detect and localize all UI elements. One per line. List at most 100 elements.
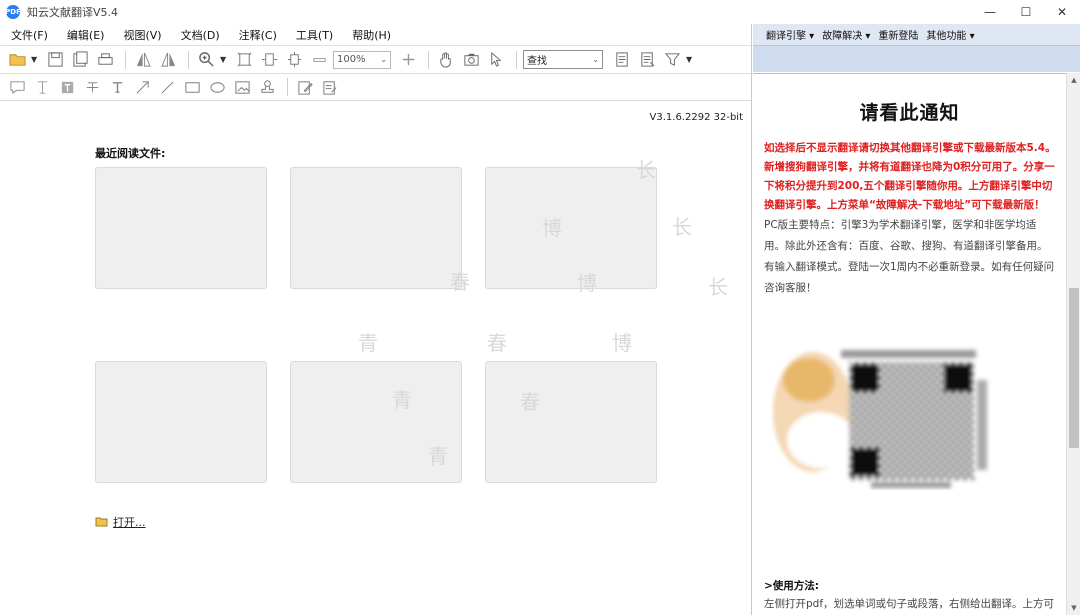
chevron-down-icon: ⌄ — [380, 55, 387, 64]
maximize-button[interactable]: ☐ — [1008, 0, 1044, 24]
translation-menu-bar: 翻译引擎 ▾ 故障解决 ▾ 重新登陆 其他功能 ▾ — [753, 24, 1080, 46]
notice-title: 请看此通知 — [859, 102, 960, 124]
menu-other-functions[interactable]: 其他功能 ▾ — [926, 27, 974, 42]
text-box-icon[interactable] — [56, 76, 78, 98]
open-file-link[interactable]: 打开... — [95, 514, 146, 530]
open-file-label: 打开... — [113, 516, 146, 529]
print-icon[interactable] — [94, 49, 116, 71]
filter-dropdown-icon[interactable]: ▼ — [686, 55, 695, 64]
scroll-down-icon[interactable]: ▼ — [1067, 601, 1080, 615]
annotation-list-icon[interactable] — [319, 76, 341, 98]
typewriter-icon[interactable] — [106, 76, 128, 98]
flip-left-icon[interactable] — [132, 49, 154, 71]
notice-body-text: PC版主要特点：引擎3为学术翻译引擎，医学和非医学均适用。除此外还含有：百度、谷… — [764, 219, 1055, 294]
watermark-text: 青 — [392, 388, 412, 412]
watermark-text: 春 — [450, 270, 470, 294]
menu-edit[interactable]: 编辑(E) — [64, 27, 108, 43]
toolbar-separator — [188, 50, 189, 69]
recent-file-thumbnail-1[interactable] — [95, 167, 267, 289]
menu-view[interactable]: 视图(V) — [120, 27, 164, 43]
toolbar-separator — [125, 50, 126, 69]
zoom-out-icon[interactable] — [308, 49, 330, 71]
find-value: 查找 — [527, 56, 547, 67]
hand-tool-icon[interactable] — [435, 49, 457, 71]
recent-file-thumbnail-4[interactable] — [95, 361, 267, 483]
usage-text: 左侧打开pdf，划选单词或句子或段落，右侧给出翻译。上方可 — [764, 598, 1055, 610]
watermark-text: 青 — [428, 444, 448, 468]
zoom-level-select[interactable]: 100% ⌄ — [333, 50, 391, 69]
zoom-level-value: 100% — [337, 54, 366, 65]
zoom-in-icon[interactable] — [195, 49, 217, 71]
edit-annotation-icon[interactable] — [294, 76, 316, 98]
watermark-text: 博 — [577, 271, 597, 295]
menu-comment[interactable]: 注释(C) — [236, 27, 280, 43]
watermark-text: 长 — [672, 215, 692, 239]
window-controls: — ☐ ✕ — [972, 0, 1080, 24]
qr-code-image — [771, 340, 1001, 490]
note-icon[interactable] — [6, 76, 28, 98]
filter-icon[interactable] — [661, 49, 683, 71]
toolbar-separator — [428, 50, 429, 69]
window-title: 知云文献翻译V5.4 — [27, 6, 119, 19]
translation-panel: 翻译引擎 ▾ 故障解决 ▾ 重新登陆 其他功能 ▾ 请看此通知 如选择后不显示翻… — [753, 24, 1080, 615]
watermark-text: 博 — [612, 331, 632, 355]
menu-document[interactable]: 文档(D) — [178, 27, 223, 43]
arrow-icon[interactable] — [131, 76, 153, 98]
notice-warning-text: 如选择后不显示翻译请切换其他翻译引擎或下载最新版本5.4。新增搜狗翻译引擎，并将… — [764, 142, 1056, 211]
snapshot-icon[interactable] — [460, 49, 482, 71]
find-previous-icon[interactable] — [611, 49, 633, 71]
recent-files-title: 最近阅读文件: — [95, 147, 166, 160]
rectangle-icon[interactable] — [181, 76, 203, 98]
recent-file-thumbnail-3[interactable] — [485, 167, 657, 289]
toolbar-separator — [287, 78, 288, 96]
toolbar-separator — [516, 50, 517, 69]
watermark-text: 青 — [358, 331, 378, 355]
watermark-text: 博 — [542, 216, 562, 240]
fit-visible-icon[interactable] — [283, 49, 305, 71]
watermark-text: 长 — [636, 158, 656, 182]
menu-relogin[interactable]: 重新登陆 — [878, 27, 918, 42]
translation-input-band — [753, 46, 1080, 72]
ellipse-icon[interactable] — [206, 76, 228, 98]
scrollbar-thumb[interactable] — [1069, 288, 1079, 448]
highlight-text-icon[interactable] — [31, 76, 53, 98]
stamp-icon[interactable] — [256, 76, 278, 98]
menu-file[interactable]: 文件(F) — [8, 27, 51, 43]
menu-translation-engine[interactable]: 翻译引擎 ▾ — [766, 27, 814, 42]
watermark-text: 春 — [487, 331, 507, 355]
menu-tools[interactable]: 工具(T) — [293, 27, 336, 43]
notice-content: 请看此通知 如选择后不显示翻译请切换其他翻译引擎或下载最新版本5.4。新增搜狗翻… — [753, 73, 1066, 615]
image-annotation-icon[interactable] — [231, 76, 253, 98]
flip-right-icon[interactable] — [157, 49, 179, 71]
menu-bar: 文件(F) 编辑(E) 视图(V) 文档(D) 注释(C) 工具(T) 帮助(H… — [0, 24, 751, 46]
save-as-icon[interactable] — [69, 49, 91, 71]
usage-title: >使用方法: — [764, 580, 819, 592]
open-dropdown-icon[interactable]: ▼ — [31, 55, 40, 64]
fit-width-icon[interactable] — [258, 49, 280, 71]
app-logo: PDF — [5, 5, 21, 19]
save-icon[interactable] — [44, 49, 66, 71]
strikeout-icon[interactable] — [81, 76, 103, 98]
zoom-plus-icon[interactable] — [397, 49, 419, 71]
find-next-icon[interactable] — [636, 49, 658, 71]
fit-page-icon[interactable] — [233, 49, 255, 71]
line-icon[interactable] — [156, 76, 178, 98]
panel-scrollbar[interactable]: ▲ ▼ — [1066, 73, 1080, 615]
close-button[interactable]: ✕ — [1044, 0, 1080, 24]
version-label: V3.1.6.2292 32-bit — [649, 112, 743, 123]
chevron-down-icon: ⌄ — [592, 55, 599, 64]
select-cursor-icon[interactable] — [485, 49, 507, 71]
recent-file-thumbnail-6[interactable] — [485, 361, 657, 483]
open-folder-icon[interactable] — [6, 49, 28, 71]
scroll-up-icon[interactable]: ▲ — [1067, 73, 1080, 87]
zoom-dropdown-icon[interactable]: ▼ — [220, 55, 229, 64]
document-area: 文件(F) 编辑(E) 视图(V) 文档(D) 注释(C) 工具(T) 帮助(H… — [0, 24, 752, 615]
watermark-text: 春 — [520, 390, 540, 414]
menu-troubleshoot[interactable]: 故障解决 ▾ — [822, 27, 870, 42]
minimize-button[interactable]: — — [972, 0, 1008, 24]
annotation-toolbar — [0, 74, 751, 101]
recent-file-thumbnail-2[interactable] — [290, 167, 462, 289]
folder-icon — [95, 517, 108, 527]
find-select[interactable]: 查找 ⌄ — [523, 50, 603, 69]
menu-help[interactable]: 帮助(H) — [349, 27, 394, 43]
